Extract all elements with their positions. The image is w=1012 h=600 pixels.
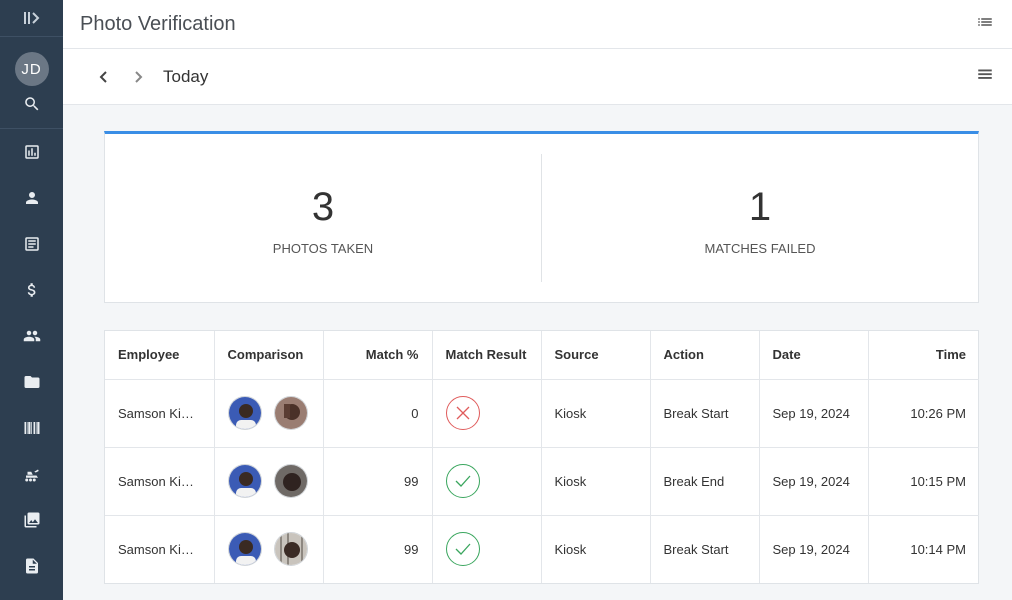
action-cell: Break End xyxy=(649,446,760,516)
captured-photo[interactable] xyxy=(273,396,308,430)
folder-icon xyxy=(24,376,39,388)
sidebar-item-barcode[interactable] xyxy=(0,405,63,451)
employee-name[interactable]: Samson Kiar... xyxy=(105,514,215,583)
stat-label: PHOTOS TAKEN xyxy=(272,240,374,256)
stat-matches-failed: 1 MATCHES FAILED xyxy=(541,154,978,282)
options-menu-button[interactable] xyxy=(976,65,994,88)
check-icon xyxy=(455,543,470,556)
column-header[interactable]: Match % xyxy=(322,331,433,380)
collapse-icon xyxy=(23,12,39,24)
column-header[interactable]: Source xyxy=(540,331,651,380)
barcode-icon xyxy=(24,422,39,434)
chevron-right-icon xyxy=(135,70,143,83)
page-title: Photo Verification xyxy=(80,12,236,35)
document-icon xyxy=(24,237,39,251)
date-cell: Sep 19, 2024 xyxy=(758,378,869,448)
comparison-cell xyxy=(213,378,324,448)
dollar-icon xyxy=(27,283,35,297)
comparison-cell xyxy=(213,514,324,583)
person-icon xyxy=(25,192,38,204)
column-header[interactable]: Time xyxy=(867,331,979,380)
match-passed-icon xyxy=(445,532,480,567)
sidebar-item-documents[interactable] xyxy=(0,221,63,267)
column-header[interactable]: Employee xyxy=(105,331,215,380)
source-cell: Kiosk xyxy=(540,378,651,448)
date-cell: Sep 19, 2024 xyxy=(758,446,869,516)
list-view-button[interactable] xyxy=(976,13,994,36)
match-passed-icon xyxy=(445,464,480,498)
sidebar-item-employee[interactable] xyxy=(0,175,63,221)
match-percent: 99 xyxy=(322,446,433,516)
employee-name[interactable]: Samson Kiar... xyxy=(105,378,215,448)
captured-photo[interactable] xyxy=(273,532,308,567)
table-header-row: Employee Comparison Match % Match Result… xyxy=(105,331,979,380)
reference-photo[interactable] xyxy=(227,532,262,567)
sidebar-item-search[interactable] xyxy=(0,89,63,119)
search-icon xyxy=(24,97,38,111)
list-icon xyxy=(978,17,992,26)
machinery-icon xyxy=(24,469,39,482)
chevron-left-icon xyxy=(99,70,107,83)
table-row[interactable]: Samson Kiar... 99 Kiosk Break Start Sep 19, … xyxy=(105,514,979,583)
sidebar-item-forms[interactable] xyxy=(0,543,63,589)
reference-photo[interactable] xyxy=(227,396,262,430)
reference-photo[interactable] xyxy=(227,464,262,498)
match-result-cell xyxy=(431,514,542,583)
match-result-cell xyxy=(431,378,542,448)
match-failed-icon xyxy=(445,396,480,430)
menu-icon xyxy=(978,69,992,79)
sidebar-item-equipment[interactable] xyxy=(0,451,63,497)
column-header[interactable]: Comparison xyxy=(213,331,324,380)
sidebar-item-files[interactable] xyxy=(0,359,63,405)
period-label: Today xyxy=(163,66,209,86)
match-result-cell xyxy=(431,446,542,516)
reports-icon xyxy=(24,145,39,159)
sidebar: JD xyxy=(0,0,63,600)
time-cell: 10:26 PM xyxy=(867,378,979,448)
action-cell: Break Start xyxy=(649,514,760,583)
column-header[interactable]: Date xyxy=(758,331,869,380)
stat-value: 3 xyxy=(311,184,335,229)
x-icon xyxy=(456,406,469,420)
file-icon xyxy=(25,558,38,574)
image-icon xyxy=(24,512,39,528)
stat-value: 1 xyxy=(748,184,772,229)
column-header[interactable]: Match Result xyxy=(431,331,542,380)
table-row[interactable]: Samson Kiar... 0 Kiosk Break Start Sep 19, 2… xyxy=(105,378,979,448)
sidebar-item-photos[interactable] xyxy=(0,497,63,543)
people-icon xyxy=(23,330,40,342)
source-cell: Kiosk xyxy=(540,446,651,516)
comparison-cell xyxy=(213,446,324,516)
stat-label: MATCHES FAILED xyxy=(704,240,816,256)
time-cell: 10:15 PM xyxy=(867,446,979,516)
employee-name[interactable]: Samson Kiar... xyxy=(105,446,215,516)
stats-card: 3 PHOTOS TAKEN 1 MATCHES FAILED xyxy=(104,131,979,303)
source-cell: Kiosk xyxy=(540,514,651,583)
column-header[interactable]: Action xyxy=(649,331,760,380)
date-cell: Sep 19, 2024 xyxy=(758,514,869,583)
table-row[interactable]: Samson Kiar... 99 Kiosk Break End Sep 19, 20… xyxy=(105,446,979,516)
match-percent: 99 xyxy=(322,514,433,583)
previous-period-button[interactable] xyxy=(87,60,121,94)
sidebar-item-team[interactable] xyxy=(0,313,63,359)
sidebar-item-reports[interactable] xyxy=(0,129,63,175)
captured-photo[interactable] xyxy=(273,464,308,498)
sidebar-toggle[interactable] xyxy=(0,0,63,36)
stat-photos-taken: 3 PHOTOS TAKEN xyxy=(105,154,541,282)
action-cell: Break Start xyxy=(649,378,760,448)
sidebar-item-payroll[interactable] xyxy=(0,267,63,313)
next-period-button[interactable] xyxy=(121,60,155,94)
time-cell: 10:14 PM xyxy=(867,514,979,583)
avatar[interactable]: JD xyxy=(14,52,49,86)
date-navigation-bar: Today xyxy=(63,49,1012,105)
match-percent: 0 xyxy=(322,378,433,448)
top-bar: Photo Verification xyxy=(63,0,1012,49)
verification-table: Employee Comparison Match % Match Result… xyxy=(104,330,979,584)
check-icon xyxy=(455,475,470,487)
